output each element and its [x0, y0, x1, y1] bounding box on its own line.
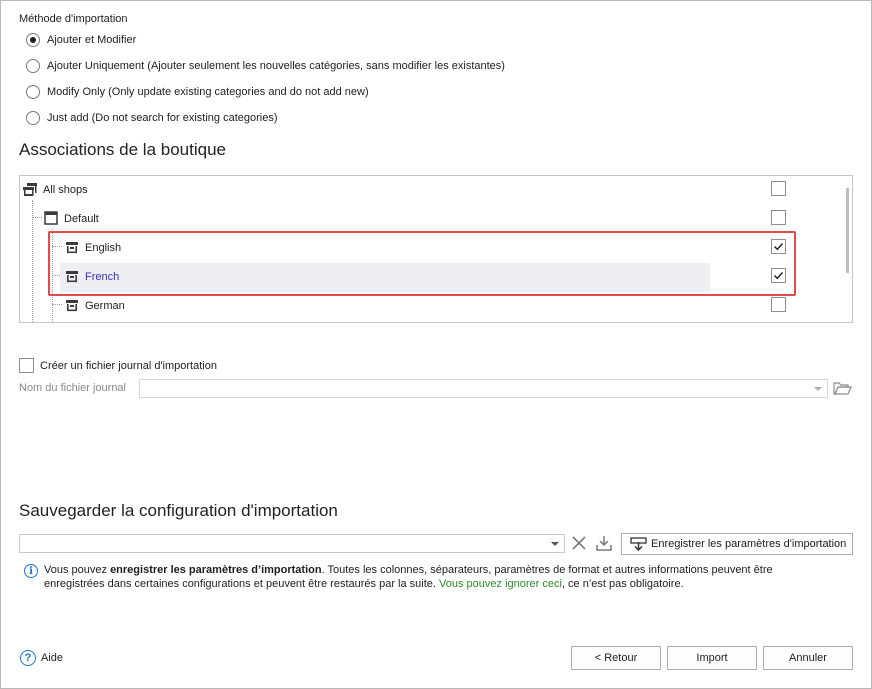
save-import-settings-button[interactable]: Enregistrer les paramètres d'importation — [621, 533, 853, 555]
info-icon: i — [24, 564, 38, 578]
log-file-label: Nom du fichier journal — [19, 382, 126, 394]
store-icon — [65, 299, 79, 316]
tree-item-label: Default — [64, 213, 99, 225]
tree-item-german[interactable]: German — [20, 292, 850, 321]
radio-add-and-modify[interactable]: Ajouter et Modifier — [26, 31, 136, 49]
save-settings-icon — [630, 536, 647, 552]
tree-item-all-shops[interactable]: All shops — [20, 176, 850, 205]
shop-group-icon — [22, 182, 38, 201]
save-config-title: Sauvegarder la configuration d'importati… — [19, 501, 338, 520]
window-icon — [44, 211, 58, 228]
tree-item-label: All shops — [43, 184, 88, 196]
download-icon[interactable] — [594, 534, 614, 553]
help-link[interactable]: Aide — [41, 652, 63, 664]
radio-just-add[interactable]: Just add (Do not search for existing cat… — [26, 109, 278, 127]
tree-item-label: German — [85, 300, 125, 312]
cancel-button[interactable]: Annuler — [763, 646, 853, 670]
info-text-bold: enregistrer les paramètres d’importation — [110, 564, 322, 576]
config-select[interactable] — [19, 534, 565, 553]
tree-item-default[interactable]: Default — [20, 205, 850, 234]
save-import-settings-label: Enregistrer les paramètres d'importation — [651, 538, 847, 550]
folder-open-icon[interactable] — [832, 379, 852, 398]
radio-add-only[interactable]: Ajouter Uniquement (Ajouter seulement le… — [26, 57, 505, 75]
radio-button[interactable] — [26, 33, 40, 47]
help-icon[interactable]: ? — [20, 650, 36, 666]
tree-scrollbar[interactable] — [846, 188, 849, 273]
ignore-link[interactable]: Vous pouvez ignorer ceci — [439, 578, 562, 590]
create-log-checkbox[interactable] — [19, 358, 34, 373]
radio-label: Ajouter et Modifier — [47, 34, 137, 46]
radio-button[interactable] — [26, 85, 40, 99]
radio-button[interactable] — [26, 111, 40, 125]
radio-modify-only[interactable]: Modify Only (Only update existing catego… — [26, 83, 369, 101]
clear-icon[interactable] — [570, 534, 588, 553]
chevron-down-icon — [551, 542, 559, 546]
shop-associations-title: Associations de la boutique — [19, 140, 226, 159]
info-text-suffix: , ce n’est pas obligatoire. — [561, 578, 684, 590]
import-method-label: Méthode d'importation — [19, 13, 128, 25]
radio-button[interactable] — [26, 59, 40, 73]
chevron-down-icon — [814, 387, 822, 391]
info-text-prefix: Vous pouvez — [44, 564, 111, 576]
radio-label: Modify Only (Only update existing catego… — [47, 86, 369, 98]
create-log-label: Créer un fichier journal d'importation — [40, 360, 217, 372]
import-button[interactable]: Import — [667, 646, 757, 670]
tree-checkbox-german[interactable] — [771, 297, 786, 312]
tree-checkbox-default[interactable] — [771, 210, 786, 225]
annotation-highlight-box — [48, 231, 796, 296]
back-button[interactable]: < Retour — [571, 646, 661, 670]
save-config-info: Vous pouvez enregistrer les paramètres d… — [44, 563, 824, 591]
radio-label: Just add (Do not search for existing cat… — [47, 112, 278, 124]
radio-label: Ajouter Uniquement (Ajouter seulement le… — [47, 60, 505, 72]
log-file-input[interactable] — [139, 379, 828, 398]
tree-checkbox-all-shops[interactable] — [771, 181, 786, 196]
